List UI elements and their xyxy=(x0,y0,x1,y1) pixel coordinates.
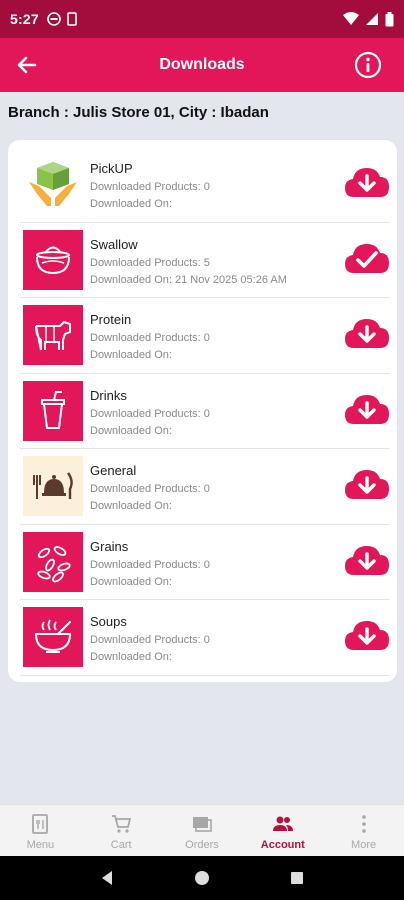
category-name: Swallow xyxy=(90,236,138,252)
category-download-list: PickUP Downloaded Products: 0 Downloaded… xyxy=(8,140,397,682)
nav-label: Account xyxy=(260,839,305,851)
downloaded-on: Downloaded On: xyxy=(90,575,172,588)
cloud-download-icon[interactable] xyxy=(344,316,390,352)
nav-more[interactable]: More xyxy=(323,805,404,856)
cloud-download-icon[interactable] xyxy=(344,543,390,579)
nav-label: Orders xyxy=(185,839,219,851)
list-item[interactable]: PickUP Downloaded Products: 0 Downloaded… xyxy=(20,147,390,223)
hands-box-icon xyxy=(23,154,83,214)
nav-account[interactable]: Account xyxy=(242,805,323,856)
downloaded-products: Downloaded Products: 0 xyxy=(90,483,210,495)
downloaded-on: Downloaded On: xyxy=(90,349,172,361)
category-name: Soups xyxy=(90,614,127,629)
list-item[interactable]: Grains Downloaded Products: 0 Downloaded… xyxy=(20,525,390,600)
list-item[interactable]: Protein Downloaded Products: 0 Downloade… xyxy=(20,298,390,374)
downloaded-products: Downloaded Products: 0 xyxy=(90,332,210,344)
system-nav-bar xyxy=(0,856,404,900)
cow-icon xyxy=(23,305,83,365)
battery-icon xyxy=(385,11,394,26)
nav-cart[interactable]: Cart xyxy=(81,805,162,856)
sim-icon xyxy=(67,12,77,26)
soup-icon xyxy=(23,607,83,667)
back-arrow-icon[interactable] xyxy=(14,52,40,78)
nav-orders[interactable]: Orders xyxy=(162,805,243,856)
cloud-download-icon[interactable] xyxy=(344,618,390,654)
list-item[interactable]: Drinks Downloaded Products: 0 Downloaded… xyxy=(20,374,390,449)
downloaded-products: Downloaded Products: 0 xyxy=(90,558,210,571)
branch-info: Branch : Julis Store 01, City : Ibadan xyxy=(8,104,269,121)
vpn-icon xyxy=(47,12,61,26)
cup-icon xyxy=(23,380,83,441)
status-bar: 5:27 xyxy=(0,0,404,38)
info-icon[interactable] xyxy=(354,51,382,79)
account-icon xyxy=(272,816,293,831)
nav-label: Menu xyxy=(26,839,55,851)
category-name: Drinks xyxy=(90,387,127,403)
cloud-download-icon[interactable] xyxy=(344,165,390,201)
more-icon xyxy=(361,815,366,833)
category-name: General xyxy=(90,463,137,478)
cloud-download-icon[interactable] xyxy=(344,392,390,428)
signal-icon xyxy=(366,13,378,25)
cloud-check-icon[interactable] xyxy=(344,241,390,277)
downloaded-on: Downloaded On: xyxy=(90,198,172,210)
system-recents-icon[interactable] xyxy=(289,870,305,886)
downloaded-products: Downloaded Products: 0 xyxy=(90,634,210,646)
grains-icon xyxy=(23,531,83,592)
orders-icon xyxy=(192,817,212,832)
bottom-nav: Menu Cart Orders Account More xyxy=(0,804,404,856)
menu-icon xyxy=(32,814,49,834)
wifi-icon xyxy=(343,12,359,25)
list-item[interactable]: General Downloaded Products: 0 Downloade… xyxy=(20,449,390,525)
cloche-icon xyxy=(23,456,83,516)
bowl-icon xyxy=(23,229,83,290)
category-name: Grains xyxy=(90,538,129,554)
downloaded-on: Downloaded On: 21 Nov 2025 05:26 AM xyxy=(90,273,287,286)
downloaded-products: Downloaded Products: 0 xyxy=(90,407,210,420)
downloaded-on: Downloaded On: xyxy=(90,651,172,663)
downloaded-on: Downloaded On: xyxy=(90,424,172,437)
cart-icon xyxy=(112,815,132,833)
system-home-icon[interactable] xyxy=(194,870,210,886)
list-item[interactable]: Soups Downloaded Products: 0 Downloaded … xyxy=(20,600,390,676)
category-name: PickUP xyxy=(90,161,133,176)
app-bar: Downloads xyxy=(0,38,404,92)
nav-label: More xyxy=(351,839,377,851)
status-time: 5:27 xyxy=(10,11,39,27)
nav-label: Cart xyxy=(110,839,132,851)
downloaded-on: Downloaded On: xyxy=(90,500,172,512)
category-name: Protein xyxy=(90,312,132,327)
downloaded-products: Downloaded Products: 5 xyxy=(90,256,210,269)
list-item[interactable]: Swallow Downloaded Products: 5 Downloade… xyxy=(20,223,390,298)
nav-menu[interactable]: Menu xyxy=(0,805,81,856)
page-title: Downloads xyxy=(159,56,245,73)
status-system-icons xyxy=(343,11,394,27)
downloaded-products: Downloaded Products: 0 xyxy=(90,181,210,193)
status-notification-icons xyxy=(47,12,77,26)
cloud-download-icon[interactable] xyxy=(344,467,390,503)
system-back-icon[interactable] xyxy=(99,870,115,886)
